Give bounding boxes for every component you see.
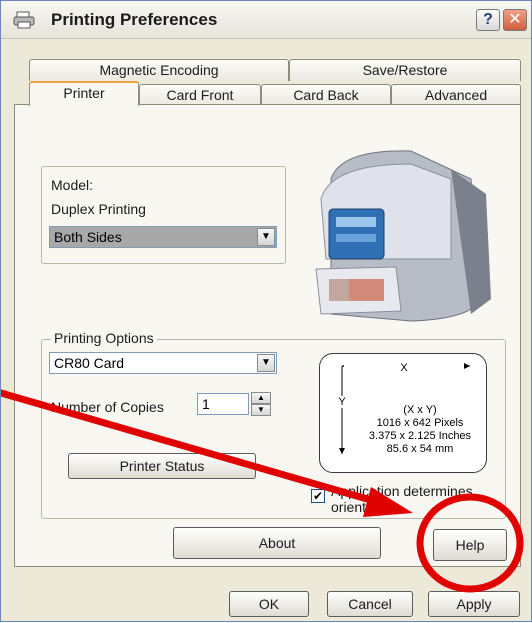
printing-options-label: Printing Options xyxy=(51,330,157,346)
dim-formula: (X x Y) xyxy=(403,404,437,416)
dim-inches: 3.375 x 2.125 Inches xyxy=(368,430,472,442)
dim-y-label: Y xyxy=(330,396,354,408)
app-orientation-label: Application determines orientation xyxy=(331,483,473,515)
copies-input[interactable]: 1 xyxy=(197,393,249,415)
card-type-value: CR80 Card xyxy=(54,355,125,371)
printer-status-button[interactable]: Printer Status xyxy=(68,453,256,479)
tab-save-restore[interactable]: Save/Restore xyxy=(289,59,521,81)
printing-preferences-window: Printing Preferences ? ✕ Magnetic Encodi… xyxy=(0,0,532,622)
ok-button[interactable]: OK xyxy=(229,591,309,617)
copies-stepper[interactable]: ▲ ▼ xyxy=(251,392,271,416)
close-button[interactable]: ✕ xyxy=(503,9,527,31)
title-bar: Printing Preferences ? ✕ xyxy=(1,1,531,39)
dim-mm: 85.6 x 54 mm xyxy=(386,443,454,455)
tab-card-back[interactable]: Card Back xyxy=(261,84,391,106)
copies-label: Number of Copies xyxy=(51,399,164,415)
tab-advanced[interactable]: Advanced xyxy=(391,84,521,106)
chevron-down-icon[interactable]: ▼ xyxy=(257,228,275,246)
duplex-printing-label: Duplex Printing xyxy=(51,201,146,217)
dim-x-label: X xyxy=(344,362,464,374)
apply-button[interactable]: Apply xyxy=(428,591,520,617)
chevron-down-icon[interactable]: ▼ xyxy=(257,354,275,372)
tab-printer[interactable]: Printer xyxy=(29,81,139,106)
card-dimensions-box: X Y (X x Y) 1016 x 642 Pixels 3.375 x 2.… xyxy=(319,353,487,473)
dim-pixels: 1016 x 642 Pixels xyxy=(376,417,464,429)
chevron-down-icon[interactable]: ▼ xyxy=(251,404,271,416)
duplex-printing-select[interactable]: Both Sides ▼ xyxy=(49,226,277,248)
window-title: Printing Preferences xyxy=(51,10,218,29)
help-title-button[interactable]: ? xyxy=(476,9,500,31)
card-type-select[interactable]: CR80 Card ▼ xyxy=(49,352,277,374)
app-orientation-checkbox[interactable]: ✔ xyxy=(311,489,325,503)
model-label: Model: xyxy=(51,177,94,193)
chevron-up-icon[interactable]: ▲ xyxy=(251,392,271,404)
help-button[interactable]: Help xyxy=(433,529,507,561)
duplex-printing-value: Both Sides xyxy=(54,229,122,245)
tab-magnetic-encoding[interactable]: Magnetic Encoding xyxy=(29,59,289,81)
printer-icon xyxy=(13,11,35,29)
printer-image xyxy=(315,150,491,322)
tab-card-front[interactable]: Card Front xyxy=(139,84,261,106)
cancel-button[interactable]: Cancel xyxy=(327,591,413,617)
about-button[interactable]: About xyxy=(173,527,381,559)
